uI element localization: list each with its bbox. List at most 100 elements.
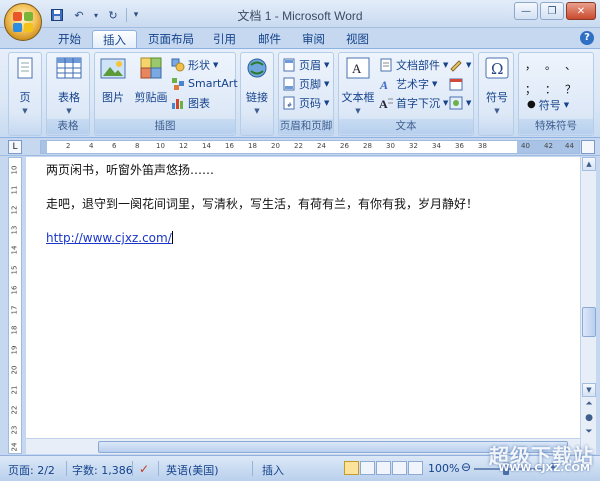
- ruler-number: 38: [478, 142, 487, 150]
- document-paragraph[interactable]: 走吧，退守到一阕花间词里，写清秋，写生活，有荷有兰，有你有我，岁月静好！: [46, 195, 478, 212]
- special-char[interactable]: 。: [545, 57, 565, 73]
- status-divider: [66, 461, 67, 476]
- tab-home[interactable]: 开始: [48, 30, 91, 48]
- tab-insert[interactable]: 插入: [92, 30, 137, 48]
- minimize-button[interactable]: —: [514, 2, 538, 20]
- print-layout-view-button[interactable]: [344, 461, 359, 475]
- wordart-button[interactable]: A 艺术字 ▼: [379, 75, 437, 92]
- tab-mailings[interactable]: 邮件: [248, 30, 291, 48]
- language-status[interactable]: 英语(美国): [166, 462, 219, 478]
- signature-line-button[interactable]: ▼: [449, 56, 471, 73]
- view-ruler-toggle[interactable]: [581, 140, 595, 154]
- chevron-down-icon: ▼: [443, 98, 449, 107]
- draft-view-button[interactable]: [408, 461, 423, 475]
- zoom-level[interactable]: 100%: [428, 462, 459, 475]
- ruler-number: 16: [10, 285, 19, 295]
- group-label-illustrations: 插图: [95, 119, 235, 134]
- object-button[interactable]: ▼: [449, 94, 471, 111]
- hyperlink-paragraph[interactable]: http://www.cjxz.com/: [46, 231, 173, 245]
- previous-page-button[interactable]: ⏶: [583, 399, 595, 411]
- chevron-down-icon: ▼: [213, 60, 219, 69]
- next-page-button[interactable]: ⏷: [583, 427, 595, 439]
- quickparts-button[interactable]: 文档部件 ▼: [379, 56, 448, 73]
- tab-page-layout[interactable]: 页面布局: [138, 30, 204, 48]
- more-symbols-button[interactable]: ● 符号 ▼: [527, 96, 569, 113]
- vertical-ruler[interactable]: 10 11 12 13 14 15 16 17 18 19 20 21 22 2…: [8, 157, 22, 454]
- word-count-status[interactable]: 字数: 1,386: [72, 462, 133, 478]
- document-page[interactable]: 两页闲书，听窗外笛声悠扬…… 走吧，退守到一阕花间词里，写清秋，写生活，有荷有兰…: [26, 157, 580, 454]
- tab-view[interactable]: 视图: [336, 30, 379, 48]
- restore-button[interactable]: ❐: [540, 2, 564, 20]
- chevron-down-icon: ▼: [324, 98, 330, 107]
- dropcap-button[interactable]: A 首字下沉 ▼: [379, 94, 448, 111]
- textbox-button[interactable]: A 文本框 ▼: [341, 56, 375, 115]
- group-label-text: 文本: [339, 119, 473, 134]
- tab-stop-selector[interactable]: L: [8, 140, 22, 154]
- ruler-number: 14: [10, 245, 19, 255]
- date-time-button[interactable]: [449, 75, 463, 92]
- links-label: 链接: [246, 91, 268, 104]
- page-count-status[interactable]: 页面: 2/2: [8, 462, 55, 478]
- links-button[interactable]: 链接 ▼: [241, 56, 273, 115]
- special-char[interactable]: 、: [565, 57, 585, 73]
- document-paragraph[interactable]: 两页闲书，听窗外笛声悠扬……: [46, 161, 214, 178]
- group-label-special-symbols: 特殊符号: [519, 119, 593, 134]
- smartart-label: SmartArt: [188, 77, 238, 90]
- ruler-number: 18: [248, 142, 257, 150]
- close-button[interactable]: ✕: [566, 2, 596, 20]
- ruler-number: 40: [521, 142, 530, 150]
- textbox-icon: A: [346, 57, 370, 79]
- group-special-symbols: ， 。 、 ； ： ？ ● 符号 ▼ 特殊符号: [518, 52, 594, 136]
- date-time-icon: [449, 78, 463, 90]
- title-bar: ↶ ▾ ↻ ▾ 文档 1 - Microsoft Word — ❐ ✕: [0, 0, 600, 28]
- group-illustrations: 图片 剪贴画 形状 ▼ SmartArt 图表 插图: [94, 52, 238, 136]
- insert-mode-status[interactable]: 插入: [262, 462, 284, 478]
- scroll-down-button[interactable]: ▼: [582, 383, 596, 397]
- special-char[interactable]: ？: [565, 81, 585, 97]
- link-globe-icon: [247, 58, 267, 78]
- ruler-number: 2: [66, 142, 71, 150]
- select-browse-object-button[interactable]: ●: [583, 413, 595, 425]
- ruler-number: 22: [294, 142, 303, 150]
- web-layout-view-button[interactable]: [376, 461, 391, 475]
- tab-review[interactable]: 审阅: [292, 30, 335, 48]
- chevron-down-icon: ▼: [466, 98, 472, 107]
- ruler-number: 19: [10, 345, 19, 355]
- left-margin: [41, 141, 47, 153]
- footer-button[interactable]: 页脚 ▼: [282, 75, 329, 92]
- shapes-button[interactable]: 形状 ▼: [171, 56, 218, 73]
- special-char[interactable]: ；: [525, 81, 545, 97]
- special-char[interactable]: ：: [545, 81, 565, 97]
- proofing-icon[interactable]: ✓: [139, 462, 149, 476]
- ruler-number: 16: [225, 142, 234, 150]
- chevron-down-icon: ▼: [66, 107, 72, 115]
- window-title: 文档 1 - Microsoft Word: [237, 9, 363, 23]
- header-button[interactable]: 页眉 ▼: [282, 56, 329, 73]
- scroll-thumb[interactable]: [582, 307, 596, 337]
- chart-button[interactable]: 图表: [171, 94, 210, 111]
- vertical-scrollbar[interactable]: ▲ ▼ ⏶ ● ⏷: [580, 157, 596, 454]
- table-button[interactable]: 表格 ▼: [53, 56, 85, 115]
- clipart-button[interactable]: 剪贴画: [133, 56, 169, 105]
- chart-icon: [172, 98, 183, 109]
- outline-view-button[interactable]: [392, 461, 407, 475]
- horizontal-ruler[interactable]: 2 4 6 8 10 12 14 16 18 20 22 24 26 28 30…: [40, 140, 580, 154]
- full-screen-reading-view-button[interactable]: [360, 461, 375, 475]
- picture-button[interactable]: 图片: [97, 56, 129, 105]
- ruler-number: 15: [10, 265, 19, 275]
- zoom-out-button[interactable]: ⊖: [461, 460, 471, 474]
- svg-text:#: #: [287, 102, 292, 109]
- symbol-button[interactable]: Ω 符号 ▼: [481, 56, 513, 115]
- office-logo-icon: [12, 11, 34, 33]
- hyperlink[interactable]: http://www.cjxz.com/: [46, 231, 172, 245]
- scroll-up-button[interactable]: ▲: [582, 157, 596, 171]
- office-button[interactable]: [4, 3, 42, 41]
- chevron-down-icon: ▼: [254, 107, 260, 115]
- help-icon[interactable]: ?: [580, 31, 594, 45]
- tab-references[interactable]: 引用: [203, 30, 246, 48]
- pages-label: 页: [19, 91, 31, 104]
- page-number-button[interactable]: # 页码 ▼: [282, 94, 329, 111]
- pages-button[interactable]: 页 ▼: [9, 56, 41, 115]
- special-char[interactable]: ，: [525, 57, 545, 73]
- smartart-button[interactable]: SmartArt: [171, 75, 238, 92]
